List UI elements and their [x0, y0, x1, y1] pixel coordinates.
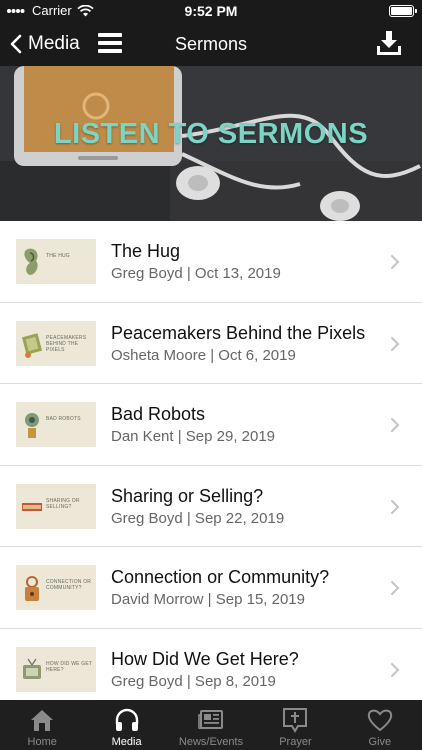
- sermon-title: Peacemakers Behind the Pixels: [111, 322, 366, 343]
- heart-icon: [367, 709, 393, 732]
- hamburger-menu-icon[interactable]: [98, 33, 122, 53]
- sermon-thumbnail: THE HUG: [16, 239, 96, 284]
- navigation-bar: Media Sermons: [0, 22, 422, 66]
- sermon-row[interactable]: HOW DID WE GET HERE? How Did We Get Here…: [0, 628, 422, 700]
- sermon-row[interactable]: SHARING OR SELLING? Sharing or Selling? …: [0, 465, 422, 547]
- sermon-meta: Greg Boyd | Oct 13, 2019: [111, 265, 281, 282]
- sermon-list: THE HUG The Hug Greg Boyd | Oct 13, 2019…: [0, 221, 422, 700]
- sermon-thumbnail: HOW DID WE GET HERE?: [16, 646, 96, 692]
- tab-label: Prayer: [279, 736, 312, 748]
- sharing-thumbnail-art: [22, 502, 42, 511]
- sermon-row[interactable]: CONNECTION OR COMMUNITY? Connection or C…: [0, 547, 422, 629]
- sermon-meta: Greg Boyd | Sep 8, 2019: [111, 672, 276, 690]
- thumbnail-caption: HOW DID WE GET HERE?: [46, 660, 93, 673]
- sermon-thumbnail: CONNECTION OR COMMUNITY?: [16, 565, 96, 610]
- tab-label: Give: [368, 736, 392, 748]
- thumbnail-caption: SHARING OR SELLING?: [46, 497, 80, 510]
- chevron-right-icon: [391, 336, 400, 351]
- tab-label: Home: [27, 736, 57, 748]
- hug-thumbnail-art: [24, 248, 38, 275]
- back-label: Media: [28, 33, 80, 54]
- chevron-right-icon: [391, 418, 400, 432]
- sermon-title: Sharing or Selling?: [111, 485, 264, 506]
- tab-media[interactable]: Media: [84, 700, 168, 750]
- tab-prayer[interactable]: Prayer: [253, 700, 337, 750]
- tab-give[interactable]: Give: [338, 700, 422, 750]
- thumbnail-caption: THE HUG: [46, 253, 70, 259]
- chevron-right-icon: [391, 662, 400, 677]
- back-button[interactable]: Media: [10, 30, 80, 58]
- sermon-thumbnail: BAD ROBOTS: [16, 402, 96, 447]
- sermon-row[interactable]: THE HUG The Hug Greg Boyd | Oct 13, 2019: [0, 221, 422, 303]
- tab-home[interactable]: Home: [0, 700, 84, 750]
- status-bar: Carrier 9:52 PM: [0, 0, 422, 22]
- chevron-right-icon: [391, 255, 400, 269]
- hero-banner: LISTEN TO SERMONS: [0, 66, 422, 221]
- home-icon: [31, 710, 54, 731]
- tab-news-events[interactable]: News/Events: [169, 700, 253, 750]
- sermon-meta: David Morrow | Sep 15, 2019: [111, 591, 305, 608]
- chevron-left-icon: [10, 34, 22, 54]
- download-icon[interactable]: [376, 30, 402, 56]
- sermon-title: Bad Robots: [111, 404, 206, 424]
- sermon-row[interactable]: PEACEMAKERS BEHIND THE PIXELS Peacemaker…: [0, 302, 422, 384]
- sermon-meta: Dan Kent | Sep 29, 2019: [111, 428, 276, 445]
- robot-thumbnail-art: [25, 413, 39, 438]
- tab-label: News/Events: [178, 736, 244, 748]
- pixels-thumbnail-art: [22, 332, 42, 358]
- app-screen: Carrier 9:52 PM Media Sermons LISTEN TO …: [0, 0, 422, 750]
- sermon-meta: Greg Boyd | Sep 22, 2019: [111, 509, 285, 527]
- sermon-row[interactable]: BAD ROBOTS Bad Robots Dan Kent | Sep 29,…: [0, 384, 422, 466]
- hero-title: LISTEN TO SERMONS: [53, 118, 369, 150]
- thumbnail-caption: PEACEMAKERS BEHIND THE PIXELS: [46, 334, 87, 353]
- battery-icon: [389, 5, 417, 17]
- thumbnail-caption: BAD ROBOTS: [46, 416, 81, 422]
- newspaper-icon: [198, 710, 224, 730]
- community-thumbnail-art: [25, 576, 39, 601]
- sermon-title: Connection or Community?: [111, 567, 330, 587]
- thumbnail-caption: CONNECTION OR COMMUNITY?: [46, 579, 92, 591]
- sermon-meta: Osheta Moore | Oct 6, 2019: [111, 346, 296, 364]
- sermon-title: The Hug: [111, 241, 181, 261]
- sermon-title: How Did We Get Here?: [111, 648, 299, 669]
- status-time: 9:52 PM: [184, 3, 238, 19]
- prayer-icon: [283, 708, 308, 733]
- tv-thumbnail-art: [23, 658, 41, 679]
- tab-bar: Home Media News/Events Prayer Give: [0, 700, 422, 750]
- tab-label: Media: [111, 736, 142, 748]
- sermon-thumbnail: SHARING OR SELLING?: [16, 483, 96, 529]
- headphones-icon: [115, 708, 138, 731]
- sermon-thumbnail: PEACEMAKERS BEHIND THE PIXELS: [16, 320, 96, 366]
- chevron-right-icon: [391, 499, 400, 514]
- chevron-right-icon: [391, 581, 400, 595]
